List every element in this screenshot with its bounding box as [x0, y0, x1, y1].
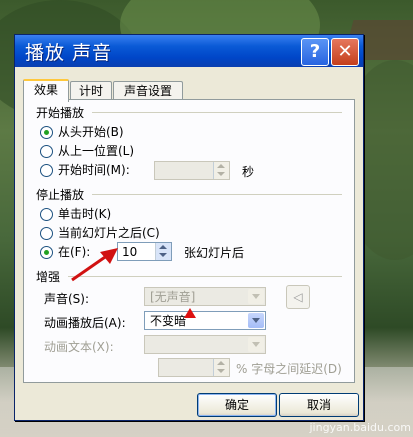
radio-button[interactable] — [40, 246, 53, 259]
close-icon: ✕ — [337, 41, 353, 62]
arrow-up-icon — [217, 164, 225, 168]
chevron-down-icon — [248, 313, 264, 328]
cancel-button[interactable]: 取消 — [279, 393, 359, 417]
start-time-stepper[interactable] — [154, 161, 230, 180]
group-divider — [68, 276, 342, 277]
effect-panel: 开始播放 从头开始(B) 从上一位置(L) 开始时间(M): 秒 停止播放 单击… — [23, 99, 355, 383]
play-sound-dialog: 播放 声音 ? ✕ 效果 计时 声音设置 开始播放 从头开始(B) 从上一位置(… — [14, 34, 364, 421]
spin-buttons[interactable] — [155, 243, 171, 260]
group-divider — [92, 112, 342, 113]
seconds-unit: 秒 — [242, 165, 255, 179]
dialog-title: 播放 声音 — [25, 42, 113, 64]
arrow-down-icon — [217, 172, 225, 176]
enhance-group-label: 增强 — [36, 270, 61, 284]
close-button[interactable]: ✕ — [331, 38, 359, 66]
after-animation-label: 动画播放后(A): — [44, 316, 126, 330]
spin-buttons[interactable] — [213, 162, 229, 179]
tab-timing[interactable]: 计时 — [70, 81, 112, 100]
chevron-down-icon — [248, 289, 264, 304]
speaker-icon: ◁ — [293, 290, 303, 304]
radio-button[interactable] — [40, 164, 53, 177]
slides-count-stepper[interactable]: 10 — [117, 242, 172, 261]
sound-volume-button[interactable]: ◁ — [286, 285, 310, 309]
arrow-down-icon — [159, 253, 167, 257]
arrow-down-icon — [217, 369, 225, 373]
group-divider — [92, 194, 342, 195]
ok-button[interactable]: 确定 — [197, 393, 277, 417]
animate-text-label: 动画文本(X): — [44, 340, 114, 354]
help-button[interactable]: ? — [301, 38, 329, 66]
tab-effect[interactable]: 效果 — [23, 79, 69, 102]
animate-text-select[interactable] — [144, 335, 266, 354]
radio-button[interactable] — [40, 208, 53, 221]
radio-button[interactable] — [40, 145, 53, 158]
stop-group-label: 停止播放 — [36, 188, 85, 202]
after-animation-select[interactable]: 不变暗 — [144, 311, 266, 330]
title-bar: 播放 声音 ? ✕ — [15, 35, 363, 67]
start-group-label: 开始播放 — [36, 106, 85, 120]
letter-delay-suffix: % 字母之间延迟(D) — [236, 362, 342, 376]
radio-button[interactable] — [40, 126, 53, 139]
chevron-down-icon — [248, 337, 264, 352]
help-icon: ? — [309, 41, 321, 62]
slides-suffix: 张幻灯片后 — [184, 246, 245, 260]
spin-buttons[interactable] — [213, 359, 229, 376]
radio-button[interactable] — [40, 227, 53, 240]
letter-delay-stepper[interactable] — [158, 358, 230, 377]
sound-label: 声音(S): — [44, 292, 90, 306]
arrow-up-icon — [159, 245, 167, 249]
arrow-up-icon — [217, 361, 225, 365]
watermark: jingyan.baidu.com — [309, 421, 411, 434]
tab-sound-settings[interactable]: 声音设置 — [113, 81, 183, 100]
sound-select[interactable]: [无声音] — [144, 287, 266, 306]
annotation-marker-icon — [184, 308, 196, 318]
